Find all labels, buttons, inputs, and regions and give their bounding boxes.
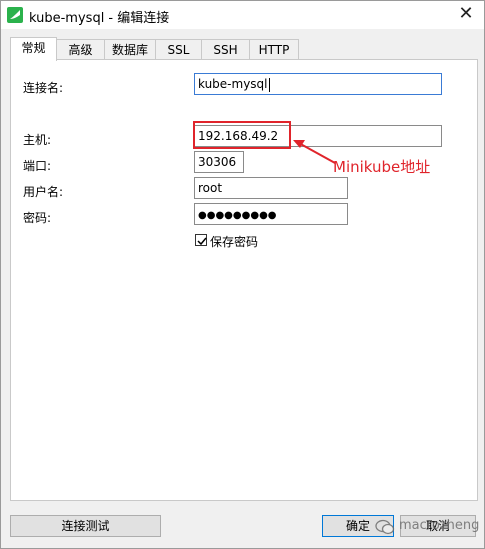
tab-ssh[interactable]: SSH [201, 39, 250, 60]
checkmark-icon [197, 237, 207, 246]
tab-database[interactable]: 数据库 [104, 39, 156, 60]
save-password-row[interactable]: 保存密码 [195, 234, 275, 249]
password-label: 密码: [23, 211, 52, 225]
window-title: kube-mysql - 编辑连接 [29, 11, 170, 26]
test-connection-button[interactable]: 连接测试 [10, 515, 161, 537]
host-label: 主机: [23, 133, 52, 147]
save-password-checkbox[interactable] [195, 234, 207, 246]
username-value: root [198, 181, 223, 195]
username-input[interactable]: root [194, 177, 348, 199]
save-password-label: 保存密码 [210, 235, 259, 249]
connection-name-label: 连接名: [23, 81, 64, 95]
wechat-icon [375, 519, 395, 535]
annotation-highlight-box [193, 121, 291, 149]
password-input[interactable]: ●●●●●●●●● [194, 203, 348, 225]
connection-name-value: kube-mysql [198, 77, 268, 91]
tab-http[interactable]: HTTP [249, 39, 299, 60]
annotation-text: Minikube地址 [333, 158, 431, 176]
port-input[interactable]: 30306 [194, 151, 244, 173]
title-bar: kube-mysql - 编辑连接 ✕ [1, 1, 484, 29]
port-value: 30306 [198, 155, 237, 169]
connection-name-input[interactable]: kube-mysql [194, 73, 442, 95]
navicat-app-icon [7, 7, 23, 23]
close-icon[interactable]: ✕ [456, 4, 476, 24]
password-value: ●●●●●●●●● [198, 210, 277, 221]
connection-dialog: kube-mysql - 编辑连接 ✕ 常规 高级 数据库 SSL SSH HT… [0, 0, 485, 549]
tab-general[interactable]: 常规 [10, 37, 57, 61]
text-caret [268, 77, 270, 92]
tab-advanced[interactable]: 高级 [56, 39, 105, 60]
port-label: 端口: [23, 159, 52, 173]
watermark-text: macrozheng [399, 518, 480, 533]
username-label: 用户名: [23, 185, 64, 199]
tab-ssl[interactable]: SSL [155, 39, 202, 60]
